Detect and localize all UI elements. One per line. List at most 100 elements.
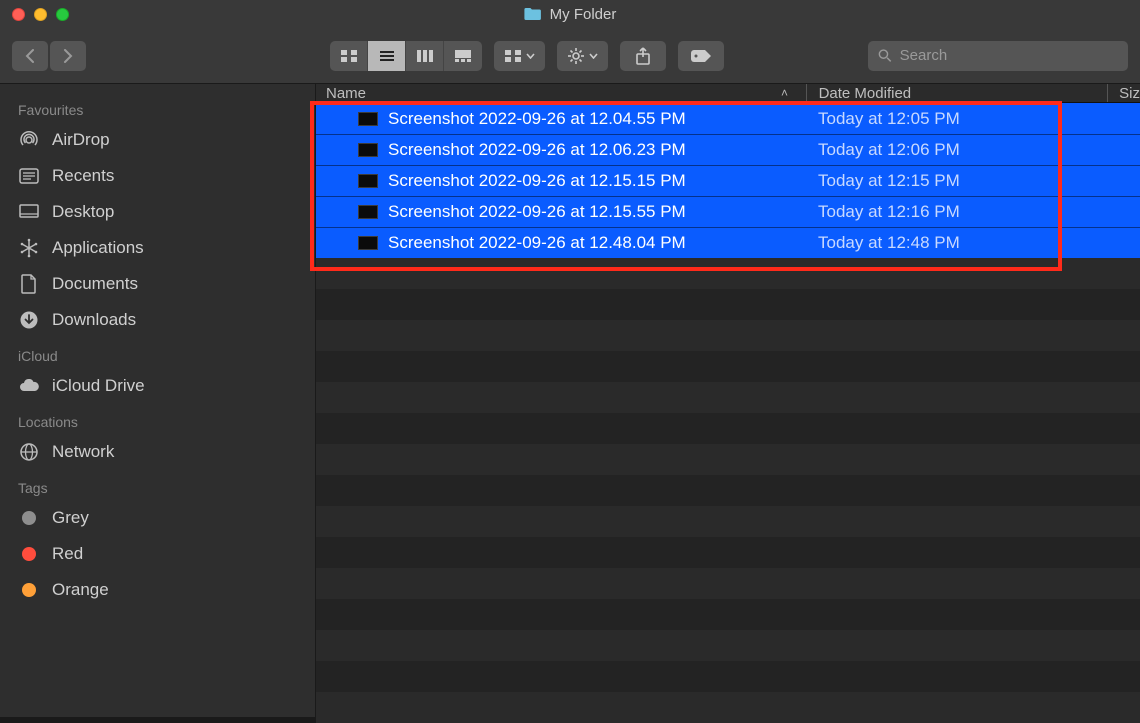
sidebar-tag-red[interactable]: Red — [0, 536, 315, 572]
chevron-right-icon — [62, 49, 74, 63]
column-view-button[interactable] — [406, 41, 444, 71]
file-date: Today at 12:15 PM — [806, 171, 1106, 191]
close-button[interactable] — [12, 8, 25, 21]
column-header-name[interactable]: Name ˄ — [326, 85, 806, 102]
sidebar-item-recents[interactable]: Recents — [0, 158, 315, 194]
file-row[interactable]: Screenshot 2022-09-26 at 12.48.04 PM Tod… — [316, 227, 1140, 258]
sidebar-header-locations: Locations — [0, 404, 315, 434]
downloads-icon — [18, 310, 40, 330]
sidebar-item-network[interactable]: Network — [0, 434, 315, 470]
tag-dot-icon — [18, 511, 40, 525]
sidebar-item-applications[interactable]: Applications — [0, 230, 315, 266]
empty-stripes — [316, 258, 1140, 723]
sidebar-item-label: Red — [52, 544, 83, 564]
forward-button[interactable] — [50, 41, 86, 71]
nav-buttons — [12, 41, 86, 71]
tag-dot-icon — [18, 547, 40, 561]
gallery-view-button[interactable] — [444, 41, 482, 71]
sidebar-item-label: Grey — [52, 508, 89, 528]
search-input[interactable] — [900, 47, 1118, 64]
sidebar-item-icloud-drive[interactable]: iCloud Drive — [0, 368, 315, 404]
sidebar-header-favourites: Favourites — [0, 92, 315, 122]
grid-stack-icon — [504, 49, 522, 63]
sidebar-item-label: Applications — [52, 238, 144, 258]
airdrop-icon — [18, 130, 40, 150]
share-icon — [635, 47, 651, 65]
sidebar-item-downloads[interactable]: Downloads — [0, 302, 315, 338]
recents-icon — [18, 168, 40, 184]
list-icon — [378, 49, 396, 63]
desktop-icon — [18, 204, 40, 220]
minimize-button[interactable] — [34, 8, 47, 21]
action-button[interactable] — [557, 41, 608, 71]
column-header-date-label: Date Modified — [819, 85, 912, 102]
sidebar-item-label: Desktop — [52, 202, 114, 222]
tag-icon — [690, 49, 712, 63]
search-field[interactable] — [868, 41, 1128, 71]
view-mode-group — [330, 41, 482, 71]
list-view-button[interactable] — [368, 41, 406, 71]
column-header-date[interactable]: Date Modified — [807, 85, 1107, 102]
file-list: Screenshot 2022-09-26 at 12.04.55 PM Tod… — [316, 103, 1140, 258]
sidebar-item-documents[interactable]: Documents — [0, 266, 315, 302]
traffic-lights — [0, 8, 69, 21]
file-thumb-icon — [358, 205, 378, 219]
columns-icon — [416, 49, 434, 63]
toolbar — [0, 28, 1140, 84]
grid-icon — [340, 49, 358, 63]
file-name: Screenshot 2022-09-26 at 12.06.23 PM — [388, 140, 686, 160]
file-row[interactable]: Screenshot 2022-09-26 at 12.06.23 PM Tod… — [316, 134, 1140, 165]
file-thumb-icon — [358, 236, 378, 250]
icon-view-button[interactable] — [330, 41, 368, 71]
file-thumb-icon — [358, 112, 378, 126]
share-button[interactable] — [620, 41, 666, 71]
file-name: Screenshot 2022-09-26 at 12.04.55 PM — [388, 109, 686, 129]
network-icon — [18, 442, 40, 462]
sidebar-item-desktop[interactable]: Desktop — [0, 194, 315, 230]
sidebar-item-label: Recents — [52, 166, 114, 186]
sidebar-item-label: Documents — [52, 274, 138, 294]
file-date: Today at 12:05 PM — [806, 109, 1106, 129]
gallery-icon — [454, 49, 472, 63]
titlebar: My Folder — [0, 0, 1140, 28]
sidebar-tag-orange[interactable]: Orange — [0, 572, 315, 608]
file-date: Today at 12:06 PM — [806, 140, 1106, 160]
window-title: My Folder — [524, 6, 617, 23]
applications-icon — [18, 238, 40, 258]
documents-icon — [18, 274, 40, 294]
cloud-icon — [18, 379, 40, 393]
folder-icon — [524, 7, 542, 21]
sidebar-item-airdrop[interactable]: AirDrop — [0, 122, 315, 158]
chevron-down-icon — [526, 53, 535, 59]
finder-window: My Folder — [0, 0, 1140, 717]
sidebar-item-label: Downloads — [52, 310, 136, 330]
file-name: Screenshot 2022-09-26 at 12.15.55 PM — [388, 202, 686, 222]
back-button[interactable] — [12, 41, 48, 71]
file-name: Screenshot 2022-09-26 at 12.48.04 PM — [388, 233, 686, 253]
tags-button[interactable] — [678, 41, 724, 71]
file-row[interactable]: Screenshot 2022-09-26 at 12.15.55 PM Tod… — [316, 196, 1140, 227]
sidebar-tag-grey[interactable]: Grey — [0, 500, 315, 536]
sidebar-item-label: Network — [52, 442, 114, 462]
file-date: Today at 12:48 PM — [806, 233, 1106, 253]
column-header-size[interactable]: Siz — [1107, 85, 1140, 102]
sidebar-item-label: iCloud Drive — [52, 376, 145, 396]
tag-dot-icon — [18, 583, 40, 597]
file-row[interactable]: Screenshot 2022-09-26 at 12.15.15 PM Tod… — [316, 165, 1140, 196]
sidebar-header-tags: Tags — [0, 470, 315, 500]
sort-asc-icon: ˄ — [781, 86, 788, 100]
column-headers: Name ˄ Date Modified Siz — [316, 84, 1140, 103]
sidebar: Favourites AirDrop Recents Desktop — [0, 84, 316, 717]
group-button[interactable] — [494, 41, 545, 71]
search-icon — [878, 48, 892, 63]
window-title-text: My Folder — [550, 6, 617, 23]
file-thumb-icon — [358, 174, 378, 188]
chevron-left-icon — [24, 49, 36, 63]
sidebar-item-label: AirDrop — [52, 130, 110, 150]
file-thumb-icon — [358, 143, 378, 157]
maximize-button[interactable] — [56, 8, 69, 21]
gear-icon — [567, 47, 585, 65]
column-header-name-label: Name — [326, 85, 366, 102]
file-row[interactable]: Screenshot 2022-09-26 at 12.04.55 PM Tod… — [316, 103, 1140, 134]
sidebar-header-icloud: iCloud — [0, 338, 315, 368]
